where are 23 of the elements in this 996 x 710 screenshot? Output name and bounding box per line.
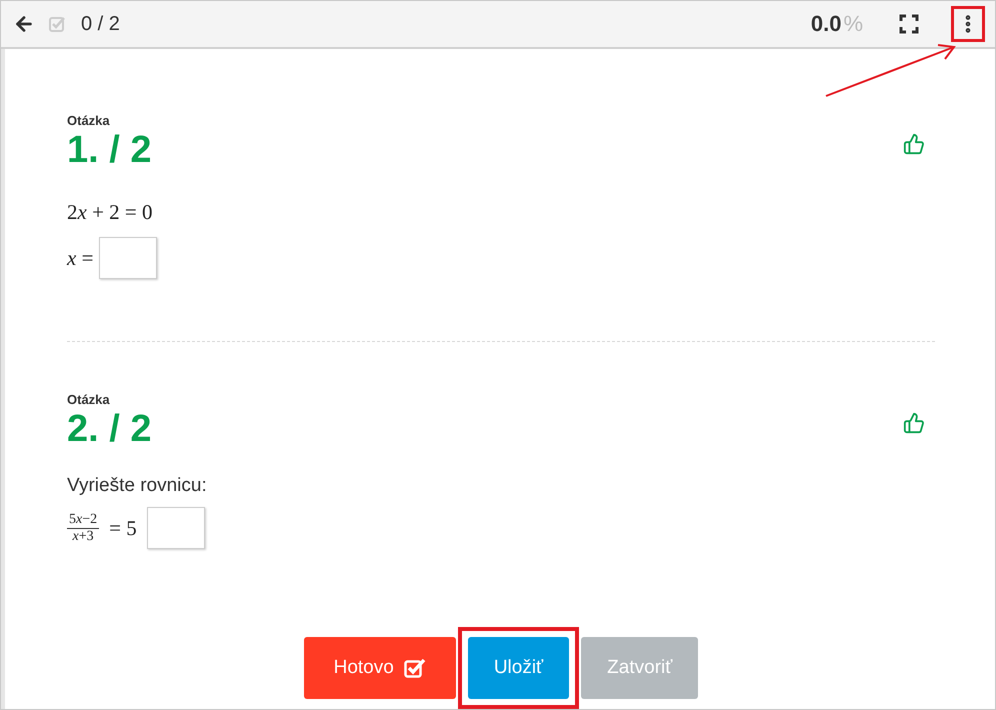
answer-field[interactable] <box>99 237 158 279</box>
question-prompt: Vyriešte rovnicu: <box>67 475 208 497</box>
fullscreen-icon[interactable] <box>899 14 919 34</box>
save-button[interactable]: Uložiť <box>468 637 570 699</box>
question-number: 2. / 2 <box>67 407 152 451</box>
question-number: 1. / 2 <box>67 128 152 172</box>
thumbs-up-icon <box>903 412 925 434</box>
question-label: Otázka <box>67 113 111 128</box>
equation-rhs: = 5 <box>109 516 137 540</box>
equation: 2x + 2 = 0 <box>67 200 153 225</box>
fraction: 5x−2 x+3 <box>67 512 100 544</box>
back-arrow-icon[interactable] <box>13 13 35 35</box>
checkbox-icon <box>49 15 67 33</box>
done-button[interactable]: Hotovo <box>304 637 456 699</box>
thumbs-up-icon <box>903 133 925 155</box>
close-button[interactable]: Zatvoriť <box>581 637 698 699</box>
score-value: 0.0 <box>810 11 842 37</box>
progress-count: 0 / 2 <box>81 12 120 36</box>
checkbox-icon <box>404 658 426 678</box>
question-label: Otázka <box>67 392 111 407</box>
answer-field[interactable] <box>146 507 205 549</box>
percent-sign: % <box>843 11 863 37</box>
answer-prefix: x = <box>67 246 94 270</box>
